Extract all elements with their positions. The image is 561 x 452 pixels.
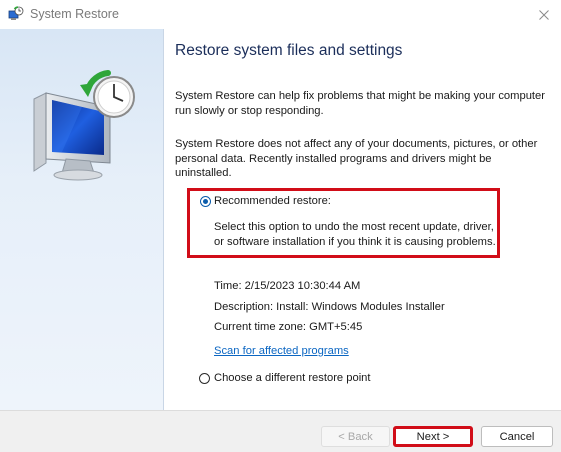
back-button[interactable]: < Back [321,426,390,447]
system-restore-icon [8,6,24,22]
window-title: System Restore [30,7,119,21]
content-panel: Restore system files and settings System… [164,29,561,410]
restore-timezone: Current time zone: GMT+5:45 [214,321,363,333]
different-restore-point-radio[interactable] [199,373,210,384]
scan-affected-programs-link[interactable]: Scan for affected programs [214,345,349,357]
disclaimer-text: System Restore does not affect any of yo… [175,138,538,179]
intro-text: System Restore can help fix problems tha… [175,90,545,117]
recommended-restore-description: Select this option to undo the most rece… [214,221,496,248]
system-restore-illustration [33,70,135,181]
recommended-restore-radio[interactable] [200,196,211,207]
restore-description: Description: Install: Windows Modules In… [214,301,445,313]
button-bar: < Back Next > Cancel [0,410,561,452]
system-restore-window: System Restore Restore system files and … [0,0,561,452]
sidebar-panel [0,29,164,410]
page-title: Restore system files and settings [175,42,403,59]
cancel-button[interactable]: Cancel [481,426,553,447]
recommended-restore-label[interactable]: Recommended restore: [214,195,331,207]
restore-time: Time: 2/15/2023 10:30:44 AM [214,280,361,292]
close-button[interactable] [527,0,561,29]
next-button[interactable]: Next > [393,426,473,447]
close-icon [539,9,549,20]
different-restore-point-label[interactable]: Choose a different restore point [214,372,371,384]
title-bar[interactable]: System Restore [0,0,561,29]
